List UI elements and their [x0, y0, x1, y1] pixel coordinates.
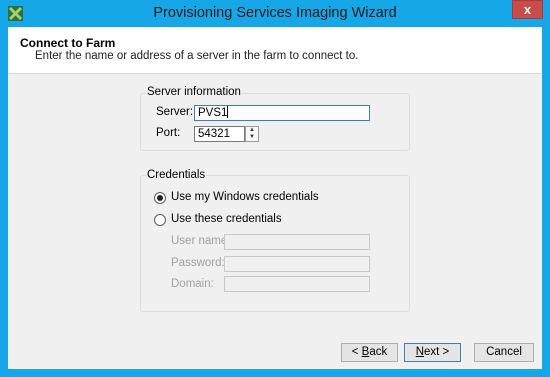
server-label: Server: — [156, 106, 194, 118]
windows-credentials-radio[interactable] — [154, 192, 166, 204]
wizard-header: Connect to Farm Enter the name or addres… — [8, 27, 542, 74]
back-button[interactable]: < Back — [341, 343, 398, 362]
username-input[interactable] — [224, 234, 370, 250]
these-credentials-label[interactable]: Use these credentials — [171, 213, 282, 225]
server-information-group — [140, 93, 410, 151]
port-value: 54321 — [198, 128, 230, 140]
these-credentials-radio[interactable] — [154, 214, 166, 226]
close-button[interactable]: x — [512, 0, 543, 19]
back-rest: ack — [369, 346, 388, 358]
port-input[interactable]: 54321 — [194, 126, 245, 142]
radio-selected-dot — [157, 195, 163, 201]
credentials-label: Credentials — [146, 169, 207, 181]
server-value: PVS1 — [198, 107, 228, 119]
port-spinner[interactable]: ▲ ▼ — [245, 126, 259, 142]
server-information-label: Server information — [146, 86, 242, 98]
password-label: Password: — [171, 257, 225, 269]
wizard-body: Connect to Farm Enter the name or addres… — [8, 27, 542, 369]
username-label: User name: — [171, 235, 231, 247]
domain-input[interactable] — [224, 276, 370, 292]
title-bar: Provisioning Services Imaging Wizard x — [0, 0, 550, 27]
window-title: Provisioning Services Imaging Wizard — [153, 5, 397, 21]
spin-up-icon[interactable]: ▲ — [246, 127, 258, 134]
spin-down-icon[interactable]: ▼ — [246, 134, 258, 141]
text-caret — [227, 106, 229, 118]
back-prefix: < — [351, 346, 362, 358]
wizard-window: Provisioning Services Imaging Wizard x C… — [0, 0, 550, 377]
windows-credentials-label[interactable]: Use my Windows credentials — [171, 191, 319, 203]
close-icon: x — [523, 2, 532, 17]
next-mnemonic: N — [415, 346, 425, 358]
server-input[interactable]: PVS1 — [194, 105, 370, 121]
domain-label: Domain: — [171, 278, 214, 290]
port-label: Port: — [156, 127, 181, 139]
cancel-button[interactable]: Cancel — [474, 343, 534, 362]
next-rest: ext > — [424, 346, 450, 358]
next-button[interactable]: Next > — [404, 343, 461, 362]
password-input[interactable] — [224, 256, 370, 272]
page-title: Connect to Farm — [20, 36, 116, 50]
page-subtitle: Enter the name or address of a server in… — [35, 50, 359, 62]
